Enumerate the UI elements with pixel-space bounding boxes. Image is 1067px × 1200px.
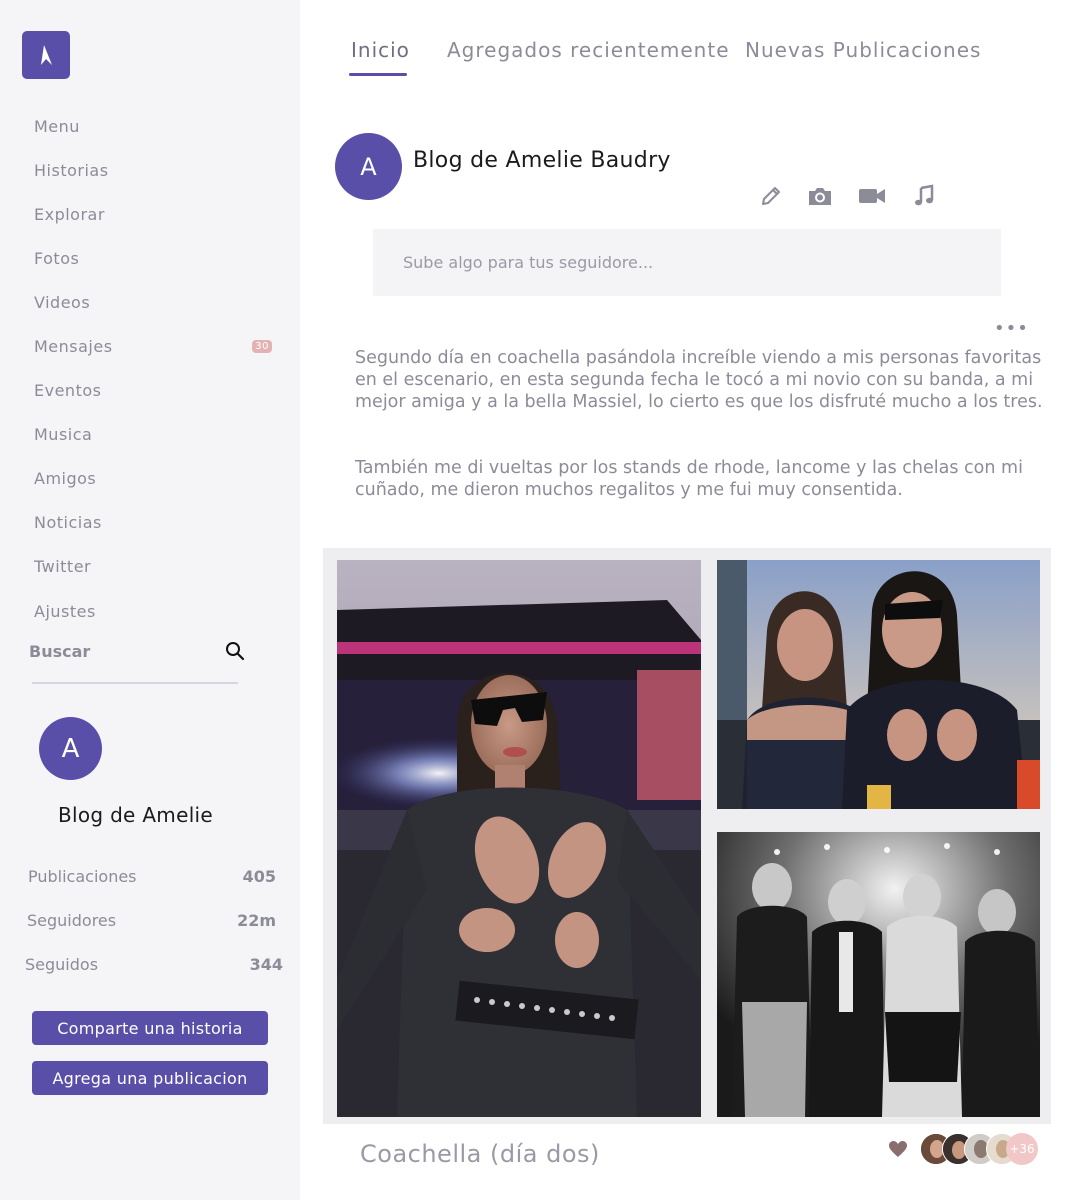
sidebar-item-noticias[interactable]: Noticias	[34, 501, 274, 545]
stat-seguidores[interactable]: Seguidores 22m	[27, 908, 276, 932]
sidebar-item-label: Ajustes	[34, 601, 96, 621]
tab-inicio[interactable]: Inicio	[351, 38, 410, 62]
sidebar-item-label: Historias	[34, 160, 109, 180]
music-icon	[915, 184, 934, 206]
search-divider	[32, 682, 238, 684]
active-tab-indicator	[349, 73, 407, 76]
sidebar-item-mensajes[interactable]: Mensajes 30	[34, 324, 274, 368]
sidebar-item-fotos[interactable]: Fotos	[34, 236, 274, 280]
search-label: Buscar	[29, 641, 91, 661]
video-post-button[interactable]	[858, 184, 886, 208]
video-icon	[859, 189, 885, 203]
sidebar-item-label: Menu	[34, 116, 80, 136]
search-icon[interactable]	[225, 641, 245, 661]
pencil-icon	[762, 187, 780, 205]
profile-name[interactable]: Blog de Amelie	[58, 803, 213, 827]
stat-seguidos[interactable]: Seguidos 344	[25, 952, 283, 976]
post-photo-3[interactable]	[717, 832, 1040, 1117]
post-photo-1[interactable]	[337, 560, 701, 1117]
post-paragraph: Segundo día en coachella pasándola incre…	[355, 348, 1043, 412]
sidebar-item-musica[interactable]: Musica	[34, 413, 274, 457]
sidebar-item-explorar[interactable]: Explorar	[34, 192, 274, 236]
stat-publicaciones[interactable]: Publicaciones 405	[28, 864, 276, 888]
heart-icon	[889, 1141, 907, 1157]
tab-nuevas-publicaciones[interactable]: Nuevas Publicaciones	[745, 38, 981, 62]
sidebar-item-label: Amigos	[34, 469, 97, 489]
sidebar-item-label: Twitter	[34, 557, 92, 577]
blog-avatar[interactable]: A	[335, 133, 402, 200]
sidebar-item-label: Noticias	[34, 513, 102, 533]
audio-post-button[interactable]	[910, 184, 938, 208]
sidebar-item-label: Eventos	[34, 381, 102, 401]
stat-value: 344	[249, 954, 283, 974]
share-story-button[interactable]: Comparte una historia	[32, 1011, 268, 1045]
photo-post-button[interactable]	[806, 184, 834, 208]
post-paragraph: También me di vueltas por los stands de …	[355, 458, 1023, 500]
sidebar-search[interactable]: Buscar	[29, 636, 245, 666]
app-logo[interactable]	[22, 31, 70, 79]
sidebar-item-menu[interactable]: Menu	[34, 104, 274, 148]
sidebar-item-historias[interactable]: Historias	[34, 148, 274, 192]
photo-gallery	[323, 548, 1051, 1124]
sidebar-nav: Menu Historias Explorar Fotos Videos Men…	[34, 104, 274, 633]
stat-value: 405	[242, 866, 276, 886]
sidebar-item-label: Fotos	[34, 248, 80, 268]
unread-badge: 30	[252, 340, 272, 354]
likes-extra-count: +36	[1006, 1133, 1038, 1165]
sidebar-item-videos[interactable]: Videos	[34, 280, 274, 324]
stat-value: 22m	[237, 910, 276, 930]
post-photo-2[interactable]	[717, 560, 1040, 809]
sidebar-item-label: Explorar	[34, 204, 105, 224]
post-options-icon[interactable]: •••	[994, 320, 1029, 338]
sidebar-item-ajustes[interactable]: Ajustes	[34, 589, 274, 633]
avatar[interactable]: A	[39, 717, 102, 780]
sidebar-item-label: Videos	[34, 292, 91, 312]
stat-label: Seguidores	[27, 910, 117, 930]
compose-input[interactable]	[373, 229, 1001, 296]
blog-title[interactable]: Blog de Amelie Baudry	[413, 148, 671, 173]
post-caption: Coachella (día dos)	[360, 1140, 600, 1168]
stat-label: Seguidos	[25, 954, 99, 974]
likers-stack[interactable]: +36	[920, 1133, 1040, 1165]
camera-icon	[809, 188, 831, 205]
text-post-button[interactable]	[757, 184, 785, 208]
add-post-button[interactable]: Agrega una publicacion	[32, 1061, 268, 1095]
sidebar-item-twitter[interactable]: Twitter	[34, 545, 274, 589]
sidebar-item-label: Musica	[34, 425, 93, 445]
like-button[interactable]	[888, 1140, 908, 1162]
logo-icon	[41, 45, 52, 65]
sidebar-item-eventos[interactable]: Eventos	[34, 369, 274, 413]
sidebar-item-label: Mensajes	[34, 337, 113, 357]
tab-agregados-recientemente[interactable]: Agregados recientemente	[447, 38, 730, 62]
stat-label: Publicaciones	[28, 866, 137, 886]
sidebar-item-amigos[interactable]: Amigos	[34, 457, 274, 501]
sidebar: Menu Historias Explorar Fotos Videos Men…	[0, 0, 300, 1200]
